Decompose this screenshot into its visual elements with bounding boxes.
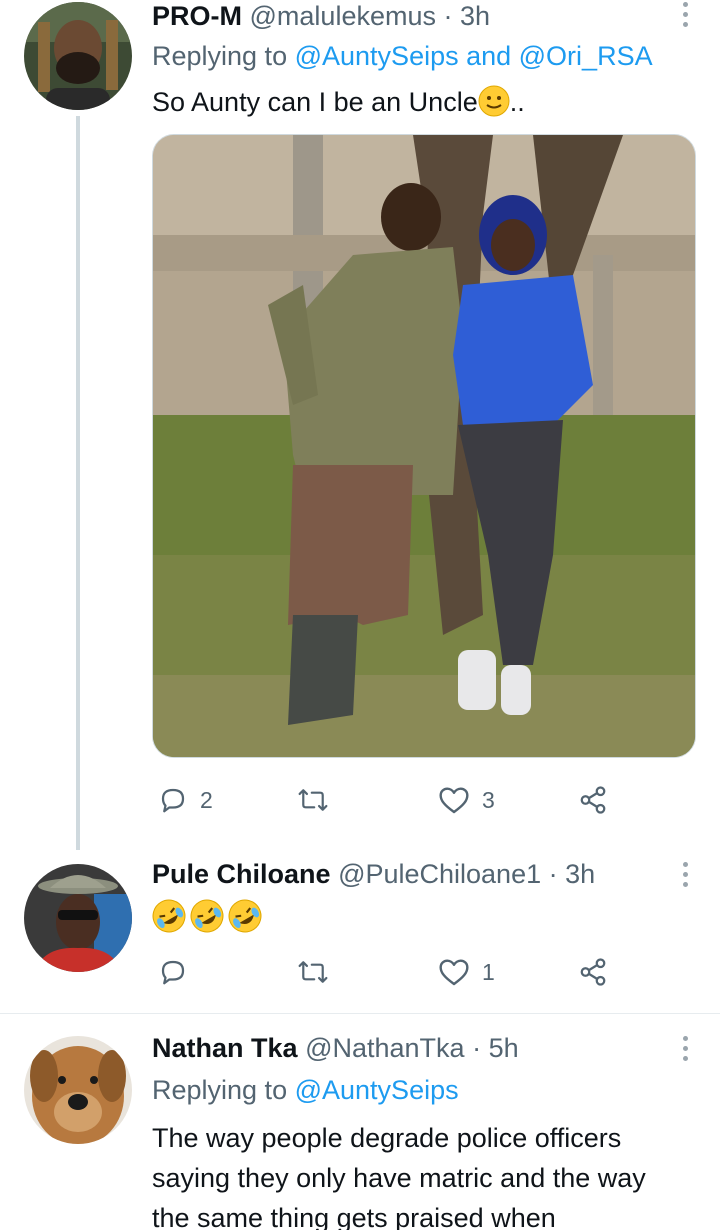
- display-name[interactable]: PRO-M: [152, 1, 242, 31]
- reply-button[interactable]: 2: [158, 780, 213, 820]
- more-vertical-icon[interactable]: [680, 862, 690, 887]
- timestamp[interactable]: 3h: [460, 1, 490, 31]
- share-icon: [580, 958, 606, 986]
- tweet-header: PRO-M @malulekemus · 3h: [152, 0, 490, 32]
- reply-icon: [161, 788, 185, 813]
- rofl-emoji-icon: [228, 899, 262, 933]
- share-button[interactable]: [578, 780, 608, 820]
- reply-button[interactable]: [158, 952, 200, 992]
- tweet-header: Nathan Tka @NathanTka · 5h: [152, 1032, 519, 1064]
- username[interactable]: @PuleChiloane1: [338, 859, 541, 889]
- tweet-text-line: the same thing gets praised when: [152, 1203, 556, 1230]
- display-name[interactable]: Pule Chiloane: [152, 859, 331, 889]
- tweet-2[interactable]: Pule Chiloane @PuleChiloane1 · 3h 1: [0, 850, 720, 1013]
- rofl-emoji-icon: [190, 899, 224, 933]
- timestamp[interactable]: 5h: [489, 1033, 519, 1063]
- replying-to: Replying to @AuntySeips: [152, 1074, 459, 1106]
- tweet-text-line: saying they only have matric and the way: [152, 1163, 646, 1193]
- replying-to-label: Replying to: [152, 41, 288, 71]
- separator-dot: ·: [472, 1033, 482, 1063]
- more-vertical-icon[interactable]: [680, 1036, 690, 1061]
- like-count: 1: [482, 958, 495, 985]
- retweet-button[interactable]: [296, 780, 342, 820]
- username[interactable]: @malulekemus: [250, 1, 436, 31]
- reply-mentions[interactable]: @AuntySeips: [295, 1075, 459, 1105]
- like-count: 3: [482, 786, 495, 813]
- replying-to: Replying to @AuntySeips and @Ori_RSA: [152, 40, 653, 72]
- avatar[interactable]: [24, 864, 132, 972]
- tweet-3[interactable]: Nathan Tka @NathanTka · 5h Replying to @…: [0, 1014, 720, 1230]
- tweet-actions: 2 3: [152, 780, 622, 820]
- tweet-header: Pule Chiloane @PuleChiloane1 · 3h: [152, 858, 595, 890]
- retweet-icon: [298, 961, 328, 983]
- tweet-actions: 1: [152, 952, 622, 992]
- avatar[interactable]: [24, 2, 132, 110]
- separator-dot: ·: [548, 859, 558, 889]
- timestamp[interactable]: 3h: [565, 859, 595, 889]
- reply-icon: [161, 960, 185, 985]
- heart-icon: [439, 787, 469, 814]
- tweet-text: [152, 896, 702, 936]
- thread-line: [76, 116, 80, 850]
- reply-mentions[interactable]: @AuntySeips and @Ori_RSA: [295, 41, 653, 71]
- tweet-text-line: The way people degrade police officers: [152, 1123, 622, 1153]
- tweet-text: So Aunty can I be an Uncle..: [152, 82, 702, 122]
- more-vertical-icon[interactable]: [680, 2, 690, 27]
- retweet-button[interactable]: [296, 952, 342, 992]
- username[interactable]: @NathanTka: [305, 1033, 464, 1063]
- like-button[interactable]: 3: [438, 780, 495, 820]
- like-button[interactable]: 1: [438, 952, 495, 992]
- tweet-text: The way people degrade police officers s…: [152, 1118, 702, 1230]
- share-button[interactable]: [578, 952, 608, 992]
- share-icon: [580, 786, 606, 814]
- tweet-photo[interactable]: [152, 134, 696, 758]
- tweet-text-suffix: ..: [509, 87, 525, 117]
- rofl-emoji-icon: [152, 899, 186, 933]
- reply-count: 2: [200, 786, 213, 813]
- tweet-text-body: So Aunty can I be an Uncle: [152, 87, 478, 117]
- heart-icon: [439, 959, 469, 986]
- slight-smile-emoji-icon: [478, 82, 510, 122]
- replying-to-label: Replying to: [152, 1075, 288, 1105]
- avatar[interactable]: [24, 1036, 132, 1144]
- display-name[interactable]: Nathan Tka: [152, 1033, 298, 1063]
- retweet-icon: [298, 789, 328, 811]
- separator-dot: ·: [443, 1, 453, 31]
- tweet-1[interactable]: PRO-M @malulekemus · 3h Replying to @Aun…: [0, 0, 720, 850]
